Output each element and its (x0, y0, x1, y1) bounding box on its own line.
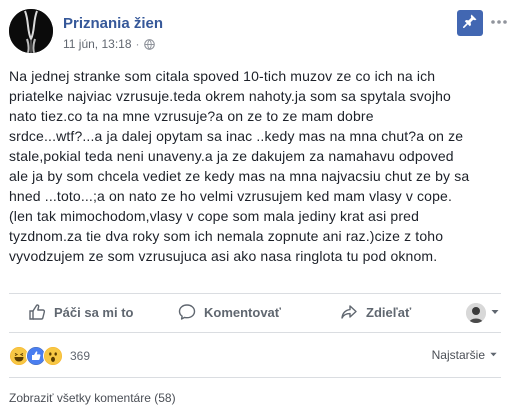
post-text-line: stale,pokial teda neni unaveny.a ja ze d… (9, 148, 454, 164)
post-text-line: srdce...wtf?...a ja dalej opytam sa inac… (9, 128, 464, 144)
share-button[interactable]: Zdieľať (340, 294, 411, 330)
pin-icon (462, 13, 478, 34)
reaction-count[interactable]: 369 (70, 349, 90, 363)
reactions-summary[interactable]: 369 (9, 345, 90, 367)
share-icon (340, 303, 358, 321)
user-avatar (466, 303, 486, 323)
share-label: Zdieľať (366, 304, 412, 320)
post-text-line: vyvodzujem ze som vzrusujuca asi ako nas… (9, 248, 438, 264)
divider (9, 332, 501, 333)
post-timestamp[interactable]: 11 jún, 13:18 (63, 37, 132, 51)
thumbs-up-icon (28, 303, 46, 321)
more-dots-icon[interactable] (490, 12, 508, 32)
comment-label: Komentovať (204, 304, 282, 320)
post-text-line: hned ...toto...;a on nato ze ho velmi vz… (9, 188, 453, 204)
meta-separator: · (135, 37, 140, 51)
pin-button[interactable] (457, 10, 483, 36)
divider (9, 377, 501, 378)
comment-button[interactable]: Komentovať (178, 294, 281, 330)
caret-down-icon (489, 348, 498, 362)
post-text-line: (len tak mimochodom,vlasy v cope som mal… (9, 208, 420, 224)
page-name-link[interactable]: Priznania žien (63, 15, 163, 32)
post-header: Priznania žien 11 jún, 13:18 · (0, 0, 510, 62)
post-text: Na jednej stranke som citala spoved 10-t… (9, 66, 501, 266)
like-button[interactable]: Páči sa mi to (28, 294, 133, 330)
post-text-line: ale ja by som chcela vediet ze kedy mas … (9, 168, 470, 184)
post-text-line: priatelke najviac vzrusuje.teda okrem na… (9, 88, 451, 104)
like-label: Páči sa mi to (54, 304, 134, 320)
comment-as-selector[interactable] (466, 302, 500, 324)
page-avatar[interactable] (9, 9, 53, 53)
globe-icon[interactable] (143, 38, 155, 50)
action-bar: Páči sa mi to Komentovať Zdieľať (0, 294, 510, 330)
chevron-down-icon (490, 304, 500, 322)
post-text-line: tyzdnom.za tie dva roky som ich nemala z… (9, 228, 444, 244)
comment-sort-dropdown[interactable]: Najstaršie (432, 348, 498, 362)
wow-reaction-icon (43, 346, 63, 366)
post-card: Priznania žien 11 jún, 13:18 · Na jednej… (0, 0, 510, 416)
post-text-line: Na jednej stranke som citala spoved 10-t… (9, 68, 436, 84)
post-text-line: nato tiez.co ta na mne vzrusuje?a on ze … (9, 108, 374, 124)
post-meta: 11 jún, 13:18 · (63, 37, 155, 51)
comment-icon (178, 303, 196, 321)
sort-label: Najstaršie (431, 348, 485, 362)
view-all-comments-link[interactable]: Zobraziť všetky komentáre (58) (9, 391, 176, 405)
